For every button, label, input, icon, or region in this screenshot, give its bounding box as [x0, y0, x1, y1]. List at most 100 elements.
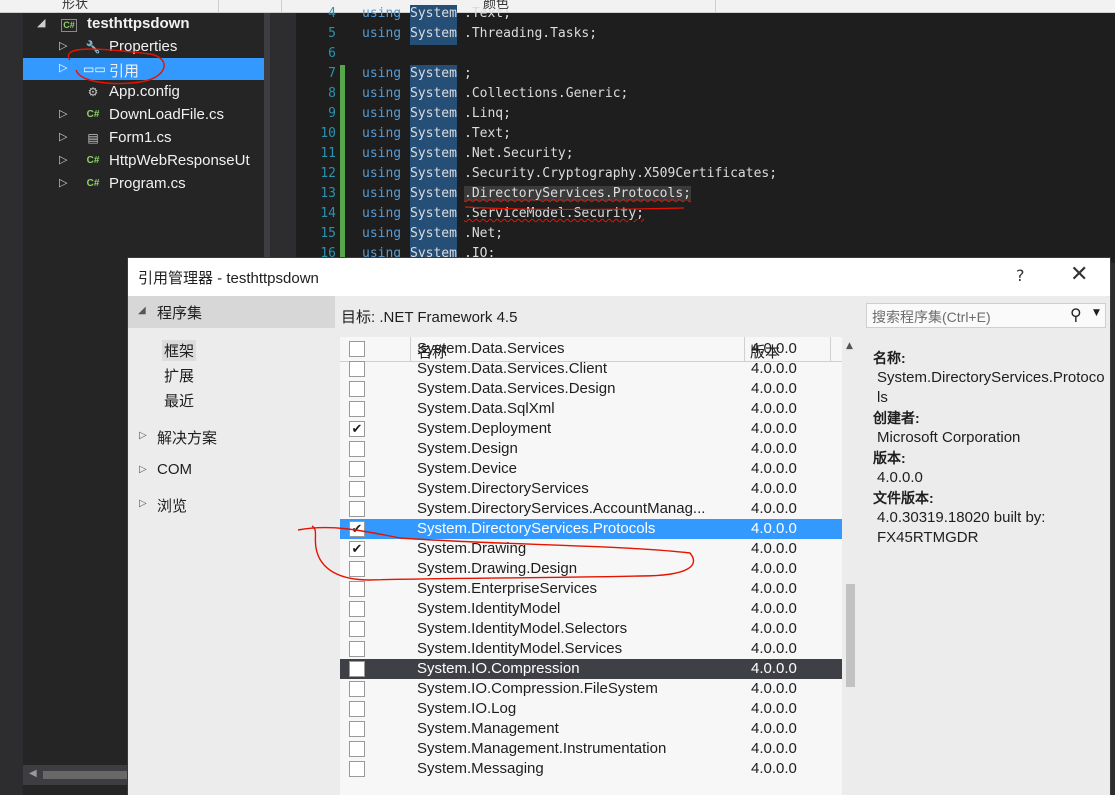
assembly-checkbox[interactable] [349, 441, 365, 457]
tree-item-references[interactable]: ▷ ▭▭ 引用 [23, 58, 265, 80]
assembly-row[interactable]: System.Data.Services.Client 4.0.0.0 [340, 359, 842, 379]
scroll-up-arrow-icon[interactable]: ▲ [846, 341, 853, 351]
assembly-row[interactable]: System.Data.Services.Design 4.0.0.0 [340, 379, 842, 399]
nav-recent[interactable]: 最近 [164, 390, 194, 411]
assembly-row[interactable]: ✔ System.Deployment 4.0.0.0 [340, 419, 842, 439]
expand-arrow-icon[interactable]: ▷ [59, 107, 71, 120]
scroll-left-arrow-icon[interactable]: ◀ [29, 768, 37, 779]
assembly-row[interactable]: System.IdentityModel 4.0.0.0 [340, 599, 842, 619]
assembly-row[interactable]: System.IO.Compression.FileSystem 4.0.0.0 [340, 679, 842, 699]
code-line[interactable]: 10 using System .Text; [296, 125, 1115, 145]
assembly-row[interactable]: System.Data.Services 4.0.0.0 [340, 339, 842, 359]
code-line[interactable]: 9 using System .Linq; [296, 105, 1115, 125]
assembly-checkbox[interactable] [349, 621, 365, 637]
assembly-checkbox[interactable]: ✔ [349, 521, 365, 537]
assembly-checkbox[interactable] [349, 701, 365, 717]
code-line[interactable]: 4 using System .Text; [296, 5, 1115, 25]
dialog-title-bar[interactable]: 引用管理器 - testhttpsdown ? ✕ [128, 258, 1110, 296]
assembly-row[interactable]: System.Management 4.0.0.0 [340, 719, 842, 739]
tree-item-program[interactable]: ▷ C# Program.cs [23, 173, 270, 195]
assembly-checkbox[interactable] [349, 401, 365, 417]
assembly-row[interactable]: ✔ System.DirectoryServices.Protocols 4.0.0… [340, 519, 842, 539]
code-line[interactable]: 13 using System .DirectoryServices.Proto… [296, 185, 1115, 205]
assembly-version: 4.0.0.0 [751, 540, 797, 557]
code-line[interactable]: 14 using System .ServiceModel.Security; [296, 205, 1115, 225]
search-dropdown-icon[interactable]: ▼ [1093, 308, 1100, 318]
nav-extensions[interactable]: 扩展 [164, 365, 194, 386]
nav-com[interactable]: COM [157, 461, 192, 478]
assembly-row[interactable]: System.Design 4.0.0.0 [340, 439, 842, 459]
assembly-row[interactable]: System.IdentityModel.Services 4.0.0.0 [340, 639, 842, 659]
search-placeholder: 搜索程序集(Ctrl+E) [872, 309, 991, 325]
nav-assemblies-header[interactable]: ◢ 程序集 [128, 296, 335, 328]
code-text-error: .ServiceModel.Security; [464, 206, 645, 221]
assembly-checkbox[interactable] [349, 361, 365, 377]
code-line[interactable]: 6 [296, 45, 1115, 65]
expand-arrow-icon[interactable]: ▷ [139, 430, 147, 441]
assembly-row[interactable]: System.Drawing.Design 4.0.0.0 [340, 559, 842, 579]
expand-arrow-icon[interactable]: ▷ [59, 130, 71, 143]
code-editor[interactable]: 4 using System .Text; 5 using System .Th… [270, 5, 1115, 265]
assembly-row[interactable]: System.Messaging 4.0.0.0 [340, 759, 842, 779]
tree-item-project[interactable]: ◢ C# testhttpsdown [23, 13, 270, 35]
code-line[interactable]: 5 using System .Threading.Tasks; [296, 25, 1115, 45]
assembly-checkbox[interactable] [349, 761, 365, 777]
tree-item-form1[interactable]: ▷ ▤ Form1.cs [23, 127, 270, 149]
collapse-arrow-icon[interactable]: ◢ [37, 16, 49, 29]
expand-arrow-icon[interactable]: ▷ [59, 153, 71, 166]
grid-vertical-scrollbar[interactable]: ▲ [842, 337, 858, 795]
scrollbar-thumb[interactable] [846, 584, 855, 687]
assembly-checkbox[interactable] [349, 501, 365, 517]
assembly-checkbox[interactable] [349, 381, 365, 397]
help-button[interactable]: ? [1016, 266, 1025, 285]
expand-arrow-icon[interactable]: ▷ [139, 464, 147, 475]
expand-arrow-icon[interactable]: ▷ [59, 39, 71, 52]
nav-solution[interactable]: 解决方案 [157, 427, 217, 448]
expand-arrow-icon[interactable]: ▷ [59, 176, 71, 189]
assembly-name: System.Management.Instrumentation [417, 740, 667, 757]
expand-arrow-icon[interactable]: ▷ [139, 498, 147, 509]
assembly-checkbox[interactable] [349, 721, 365, 737]
assembly-row[interactable]: System.IdentityModel.Selectors 4.0.0.0 [340, 619, 842, 639]
nav-browse[interactable]: 浏览 [157, 495, 187, 516]
assembly-row[interactable]: System.Data.SqlXml 4.0.0.0 [340, 399, 842, 419]
assembly-row[interactable]: System.Device 4.0.0.0 [340, 459, 842, 479]
assembly-checkbox[interactable] [349, 481, 365, 497]
assembly-checkbox[interactable] [349, 341, 365, 357]
assembly-checkbox[interactable] [349, 661, 365, 677]
search-icon[interactable]: ⚲ [1070, 305, 1082, 324]
assembly-checkbox[interactable] [349, 461, 365, 477]
assembly-checkbox[interactable] [349, 561, 365, 577]
collapse-arrow-icon[interactable]: ◢ [138, 305, 146, 316]
tree-item-properties[interactable]: ▷ 🔧 Properties [23, 36, 270, 58]
assembly-row[interactable]: System.IO.Compression 4.0.0.0 [340, 659, 842, 679]
code-line[interactable]: 8 using System .Collections.Generic; [296, 85, 1115, 105]
search-assemblies-input[interactable]: 搜索程序集(Ctrl+E) ⚲ ▼ [866, 303, 1106, 328]
assembly-checkbox[interactable] [349, 681, 365, 697]
assembly-checkbox[interactable] [349, 641, 365, 657]
assembly-row[interactable]: System.Management.Instrumentation 4.0.0.0 [340, 739, 842, 759]
code-text: ; [464, 66, 472, 81]
assembly-checkbox[interactable] [349, 601, 365, 617]
nav-assemblies[interactable]: 程序集 [157, 302, 202, 323]
assembly-checkbox[interactable] [349, 581, 365, 597]
assembly-row[interactable]: System.DirectoryServices.AccountManag...… [340, 499, 842, 519]
expand-arrow-icon[interactable]: ▷ [59, 61, 71, 74]
assembly-row[interactable]: System.DirectoryServices 4.0.0.0 [340, 479, 842, 499]
assembly-checkbox[interactable]: ✔ [349, 421, 365, 437]
assembly-checkbox[interactable]: ✔ [349, 541, 365, 557]
code-line[interactable]: 7 using System ; [296, 65, 1115, 85]
close-button[interactable]: ✕ [1070, 262, 1088, 287]
tree-item-httpwebresponse[interactable]: ▷ C# HttpWebResponseUt [23, 150, 270, 172]
tree-item-app-config[interactable]: ⚙ App.config [23, 81, 270, 103]
assembly-row[interactable]: System.EnterpriseServices 4.0.0.0 [340, 579, 842, 599]
tree-item-downloadfile[interactable]: ▷ C# DownLoadFile.cs [23, 104, 270, 126]
namespace-highlight: System [410, 65, 457, 85]
assembly-checkbox[interactable] [349, 741, 365, 757]
code-line[interactable]: 11 using System .Net.Security; [296, 145, 1115, 165]
nav-framework[interactable]: 框架 [162, 340, 197, 361]
assembly-row[interactable]: System.IO.Log 4.0.0.0 [340, 699, 842, 719]
assembly-row[interactable]: ✔ System.Drawing 4.0.0.0 [340, 539, 842, 559]
code-line[interactable]: 15 using System .Net; [296, 225, 1115, 245]
code-line[interactable]: 12 using System .Security.Cryptography.X… [296, 165, 1115, 185]
